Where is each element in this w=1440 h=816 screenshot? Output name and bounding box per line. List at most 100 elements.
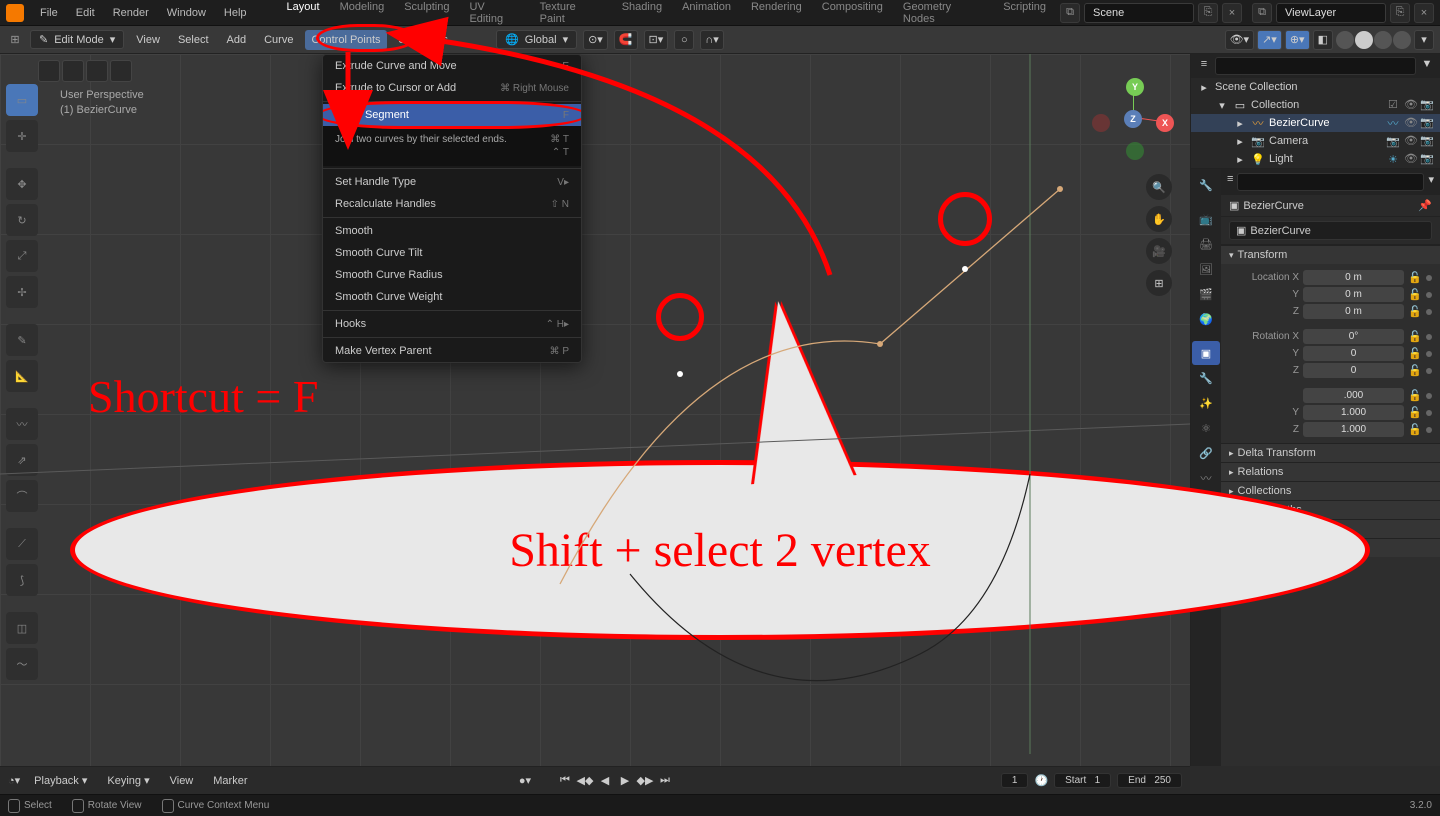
select-mode-1[interactable]: [38, 60, 60, 82]
rot-y-field[interactable]: 0: [1303, 346, 1404, 361]
tool-measure[interactable]: 📐: [6, 360, 38, 392]
properties-search-input[interactable]: [1237, 173, 1424, 191]
clock-icon[interactable]: 🕐: [1034, 774, 1048, 787]
tool-select[interactable]: ▭: [6, 84, 38, 116]
eye-icon[interactable]: 👁: [1404, 116, 1418, 130]
workspace-rendering[interactable]: Rendering: [741, 0, 812, 29]
overlay-toggle[interactable]: ⊕▾: [1285, 30, 1310, 50]
workspace-geo-nodes[interactable]: Geometry Nodes: [893, 0, 993, 29]
grid-perspective-icon[interactable]: ⊞: [1146, 270, 1172, 296]
menu-extrude-move[interactable]: Extrude Curve and MoveE: [323, 55, 581, 77]
camera-icon[interactable]: 📷: [1420, 134, 1434, 148]
snap-target[interactable]: ⊡▾: [644, 30, 669, 50]
shading-rendered[interactable]: [1393, 31, 1411, 49]
timeline-keying[interactable]: Keying ▾: [101, 772, 155, 789]
eye-icon[interactable]: 👁: [1404, 98, 1418, 112]
tool-transform[interactable]: ✢: [6, 276, 38, 308]
lock-icon[interactable]: 🔓: [1408, 271, 1422, 284]
workspace-compositing[interactable]: Compositing: [812, 0, 893, 29]
workspace-uv[interactable]: UV Editing: [459, 0, 529, 29]
menu-hooks[interactable]: Hooks⌃ H▸: [323, 313, 581, 335]
viewlayer-delete-icon[interactable]: ×: [1414, 3, 1434, 23]
tool-extrude[interactable]: ⇗: [6, 444, 38, 476]
outliner-item-beziercurve[interactable]: ▸ 〰 BezierCurve 〰 👁📷: [1191, 114, 1440, 132]
tool-cursor[interactable]: ✛: [6, 120, 38, 152]
workspace-layout[interactable]: Layout: [277, 0, 330, 29]
scene-browse-icon[interactable]: ⧉: [1060, 3, 1080, 23]
shading-options[interactable]: ▾: [1414, 30, 1434, 50]
prop-tab-modifiers[interactable]: 🔧: [1192, 366, 1220, 390]
shading-wireframe[interactable]: [1336, 31, 1354, 49]
viewport-menu-select[interactable]: Select: [172, 30, 215, 50]
jump-start-icon[interactable]: ⏮: [556, 772, 574, 790]
prop-tab-particles[interactable]: ✨: [1192, 391, 1220, 415]
viewlayer-browse-icon[interactable]: ⧉: [1252, 3, 1272, 23]
lock-icon[interactable]: 🔓: [1408, 347, 1422, 360]
menu-make-segment[interactable]: Make SegmentF: [323, 104, 581, 126]
options-icon[interactable]: ▾: [1428, 173, 1434, 191]
pivot-selector[interactable]: ⊙▾: [583, 30, 608, 50]
nav-gizmo[interactable]: Z X Y: [1098, 84, 1168, 154]
gizmo-neg-x[interactable]: [1092, 114, 1110, 132]
tool-radius[interactable]: ⟋: [6, 528, 38, 560]
menu-set-handle[interactable]: Set Handle TypeV▸: [323, 171, 581, 193]
shading-solid[interactable]: [1355, 31, 1373, 49]
pin-icon[interactable]: 📌: [1418, 199, 1432, 212]
select-mode-4[interactable]: [110, 60, 132, 82]
viewport-menu-segments[interactable]: Segments: [393, 30, 455, 50]
mode-selector[interactable]: ✎ Edit Mode ▾: [30, 30, 124, 49]
eye-icon[interactable]: 👁: [1404, 134, 1418, 148]
tool-scale[interactable]: ⤢: [6, 240, 38, 272]
prop-tab-output[interactable]: 🖨: [1192, 232, 1220, 256]
outliner-type-icon[interactable]: ≡: [1197, 57, 1211, 71]
hand-icon[interactable]: ✋: [1146, 206, 1172, 232]
workspace-scripting[interactable]: Scripting: [993, 0, 1056, 29]
zoom-icon[interactable]: 🔍: [1146, 174, 1172, 200]
prop-tab-viewlayer[interactable]: 🖼: [1192, 257, 1220, 281]
scene-name-field[interactable]: Scene: [1084, 3, 1194, 23]
gizmo-neg-y[interactable]: [1126, 142, 1144, 160]
rot-x-field[interactable]: 0°: [1303, 329, 1404, 344]
viewlayer-new-icon[interactable]: ⎘: [1390, 3, 1410, 23]
tool-rotate[interactable]: ↻: [6, 204, 38, 236]
camera-icon[interactable]: 🎥: [1146, 238, 1172, 264]
play-reverse-icon[interactable]: ◀: [596, 772, 614, 790]
prop-tab-scene[interactable]: 🎬: [1192, 282, 1220, 306]
select-mode-2[interactable]: [62, 60, 84, 82]
filter-icon[interactable]: ▼: [1420, 57, 1434, 71]
tool-randomize[interactable]: 〜: [6, 648, 38, 680]
outliner-item-light[interactable]: ▸ 💡 Light ☀ 👁📷: [1191, 150, 1440, 168]
prop-tab-tool[interactable]: 🔧: [1192, 173, 1220, 197]
tool-annotate[interactable]: ✎: [6, 324, 38, 356]
menu-help[interactable]: Help: [216, 3, 255, 23]
prop-tab-world[interactable]: 🌍: [1192, 307, 1220, 331]
viewport-menu-curve[interactable]: Curve: [258, 30, 299, 50]
gizmo-x[interactable]: X: [1156, 114, 1174, 132]
menu-file[interactable]: File: [32, 3, 66, 23]
start-frame-field[interactable]: Start 1: [1054, 773, 1111, 788]
end-frame-field[interactable]: End 250: [1117, 773, 1182, 788]
loc-z-field[interactable]: 0 m: [1303, 304, 1404, 319]
timeline-type-icon[interactable]: ◔▾: [8, 774, 20, 787]
prop-tab-physics[interactable]: ⚛: [1192, 416, 1220, 440]
menu-smooth-weight[interactable]: Smooth Curve Weight: [323, 286, 581, 308]
workspace-sculpting[interactable]: Sculpting: [394, 0, 459, 29]
prop-tab-object[interactable]: ▣: [1192, 341, 1220, 365]
rot-z-field[interactable]: 0: [1303, 363, 1404, 378]
menu-smooth-tilt[interactable]: Smooth Curve Tilt: [323, 242, 581, 264]
viewport-menu-add[interactable]: Add: [221, 30, 253, 50]
autokey-toggle[interactable]: ●▾: [516, 772, 534, 790]
select-mode-3[interactable]: [86, 60, 108, 82]
proportional-falloff[interactable]: ∩▾: [700, 30, 723, 50]
lock-icon[interactable]: 🔓: [1408, 406, 1422, 419]
tool-shear[interactable]: ◫: [6, 612, 38, 644]
jump-end-icon[interactable]: ⏭: [656, 772, 674, 790]
scene-new-icon[interactable]: ⎘: [1198, 3, 1218, 23]
lock-icon[interactable]: 🔓: [1408, 389, 1422, 402]
workspace-shading[interactable]: Shading: [612, 0, 672, 29]
transform-header[interactable]: ▾Transform: [1221, 245, 1440, 264]
outliner-collection[interactable]: ▾ ▭ Collection ☑👁📷: [1191, 96, 1440, 114]
menu-render[interactable]: Render: [105, 3, 157, 23]
gizmo-toggle[interactable]: ↗▾: [1257, 30, 1282, 50]
object-name-field[interactable]: ▣BezierCurve: [1229, 221, 1432, 240]
